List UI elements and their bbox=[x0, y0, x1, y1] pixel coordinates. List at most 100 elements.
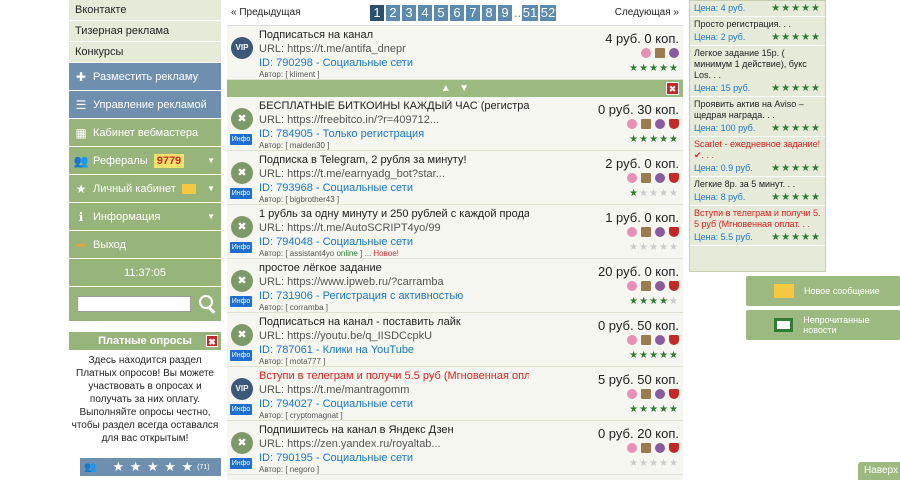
place-ad-button[interactable]: ✚ Разместить рекламу bbox=[69, 63, 221, 91]
shield-icon[interactable] bbox=[669, 389, 679, 399]
info-tag[interactable]: Инфо bbox=[230, 458, 252, 469]
heart-icon[interactable] bbox=[627, 227, 637, 237]
ad-author[interactable]: Автор: [ corramba ] bbox=[259, 303, 328, 312]
ad-author[interactable]: Автор: [ negoro ] bbox=[259, 465, 319, 474]
page-link[interactable]: 1 bbox=[370, 5, 384, 21]
link-vkontakte[interactable]: Вконтакте bbox=[69, 0, 221, 21]
ad-title[interactable]: Подписаться на канал - поставить лайк bbox=[259, 316, 529, 328]
trash-icon[interactable] bbox=[655, 48, 665, 58]
ad-row[interactable]: ✖ Инфо Подписаться на канал - поставить ла… bbox=[227, 313, 683, 367]
ad-id[interactable]: ID: 731906 - Регистрация с активностью bbox=[259, 290, 463, 302]
featured-task[interactable]: Просто регистрация. . . Цена: 2 руб. ★★★★★ bbox=[690, 17, 825, 46]
bug-icon[interactable] bbox=[655, 389, 665, 399]
bug-icon[interactable] bbox=[655, 227, 665, 237]
ad-id[interactable]: ID: 793968 - Социальные сети bbox=[259, 182, 413, 194]
close-icon[interactable]: ✖ bbox=[206, 335, 218, 347]
ad-id[interactable]: ID: 790298 - Социальные сети bbox=[259, 57, 413, 69]
ad-title[interactable]: Подписаться на канал bbox=[259, 29, 529, 41]
ad-id[interactable]: ID: 784905 - Только регистрация bbox=[259, 128, 424, 140]
info-tag[interactable]: Инфо bbox=[230, 134, 252, 145]
shield-icon[interactable] bbox=[669, 173, 679, 183]
ad-row[interactable]: ✖ Инфо Подписка в Telegram, 2 рубля за мин… bbox=[227, 151, 683, 205]
ad-id[interactable]: ID: 794027 - Социальные сети bbox=[259, 398, 413, 410]
shield-icon[interactable] bbox=[669, 119, 679, 129]
ad-author[interactable]: Автор: [ maiden30 ] bbox=[259, 141, 329, 150]
ad-row[interactable]: ✖ Инфо 1 рубль за одну минуту и 250 рублей… bbox=[227, 205, 683, 259]
search-input[interactable] bbox=[77, 296, 191, 312]
heart-icon[interactable] bbox=[627, 173, 637, 183]
info-tag[interactable]: Инфо bbox=[230, 296, 252, 307]
link-contests[interactable]: Конкурсы bbox=[69, 42, 221, 63]
bug-icon[interactable] bbox=[655, 443, 665, 453]
bug-icon[interactable] bbox=[655, 173, 665, 183]
heart-icon[interactable] bbox=[627, 389, 637, 399]
page-link[interactable]: 8 bbox=[482, 5, 496, 21]
featured-task[interactable]: Вступи в телеграм и получи 5. 5 руб (Мгн… bbox=[690, 206, 825, 246]
info-tag[interactable]: Инфо bbox=[230, 404, 252, 415]
ad-row[interactable]: ✖ Инфо простое лёгкое задание URL: https://… bbox=[227, 259, 683, 313]
next-page-link[interactable]: Следующая » bbox=[615, 7, 679, 18]
ad-author[interactable]: Автор: [ kliment ] bbox=[259, 70, 320, 79]
ad-title[interactable]: 1 рубль за одну минуту и 250 рублей с ка… bbox=[259, 208, 529, 220]
info-tag[interactable]: Инфо bbox=[230, 350, 252, 361]
ad-id[interactable]: ID: 787061 - Клики на YouTube bbox=[259, 344, 414, 356]
info-tag[interactable]: Инфо bbox=[230, 242, 252, 253]
ad-title[interactable]: Подписка в Telegram, 2 рубля за минуту! bbox=[259, 154, 529, 166]
bug-icon[interactable] bbox=[655, 281, 665, 291]
shield-icon[interactable] bbox=[669, 227, 679, 237]
page-link[interactable]: 9 bbox=[498, 5, 512, 21]
ad-title[interactable]: Вступи в телеграм и получи 5.5 руб (Мгно… bbox=[259, 370, 529, 382]
referrals-button[interactable]: 👥 Рефералы 9779 ▼ bbox=[69, 147, 221, 175]
shield-icon[interactable] bbox=[669, 443, 679, 453]
webmaster-button[interactable]: ▦ Кабинет вебмастера bbox=[69, 119, 221, 147]
ad-author[interactable]: Автор: [ mota777 ] bbox=[259, 357, 325, 366]
page-link[interactable]: 7 bbox=[466, 5, 480, 21]
featured-task[interactable]: Легкое задание 15р. ( минимум 1 действие… bbox=[690, 46, 825, 97]
ad-row[interactable]: ✖ Инфо Подпишитесь на канал в Яндекс Дзен U… bbox=[227, 421, 683, 475]
ad-title[interactable]: простое лёгкое задание bbox=[259, 262, 529, 274]
heart-icon[interactable] bbox=[627, 119, 637, 129]
page-link[interactable]: 52 bbox=[540, 5, 556, 21]
unread-news-button[interactable]: Непрочитанные новости bbox=[746, 310, 900, 340]
shield-icon[interactable] bbox=[669, 281, 679, 291]
heart-icon[interactable] bbox=[641, 48, 651, 58]
arrow-down-icon[interactable]: ▼ bbox=[459, 83, 469, 94]
featured-task[interactable]: Проявить актив на Aviso – щедрая награда… bbox=[690, 97, 825, 137]
bug-icon[interactable] bbox=[655, 335, 665, 345]
featured-task[interactable]: Легкие 8р. за 5 минут. . . Цена: 8 руб. ★★… bbox=[690, 177, 825, 206]
featured-task[interactable]: Scarlet - ежедневное задание! ✔. . . Цена… bbox=[690, 137, 825, 177]
ad-author[interactable]: Автор: [ cryptomagnat ] bbox=[259, 411, 343, 420]
manage-ad-button[interactable]: ☰ Управление рекламой bbox=[69, 91, 221, 119]
featured-task[interactable]: Цена: 4 руб. ★★★★★ bbox=[690, 1, 825, 17]
ad-title[interactable]: Подпишитесь на канал в Яндекс Дзен bbox=[259, 424, 529, 436]
trash-icon[interactable] bbox=[641, 281, 651, 291]
ad-author[interactable]: Автор: [ bigbrother43 ] bbox=[259, 195, 339, 204]
ad-title[interactable]: БЕСПЛАТНЫЕ БИТКОИНЫ КАЖДЫЙ ЧАС (регистра… bbox=[259, 100, 529, 112]
ad-id[interactable]: ID: 794048 - Социальные сети bbox=[259, 236, 413, 248]
ad-row[interactable]: ✖ Инфо БЕСПЛАТНЫЕ БИТКОИНЫ КАЖДЫЙ ЧАС (рег… bbox=[227, 97, 683, 151]
trash-icon[interactable] bbox=[641, 227, 651, 237]
prev-page-link[interactable]: « Предыдущая bbox=[231, 7, 301, 18]
bug-icon[interactable] bbox=[655, 119, 665, 129]
page-link[interactable]: 3 bbox=[402, 5, 416, 21]
arrow-up-icon[interactable]: ▲ bbox=[441, 83, 451, 94]
shield-icon[interactable] bbox=[669, 335, 679, 345]
info-tag[interactable]: Инфо bbox=[230, 188, 252, 199]
link-teaser-ads[interactable]: Тизерная реклама bbox=[69, 21, 221, 42]
bug-icon[interactable] bbox=[669, 48, 679, 58]
trash-icon[interactable] bbox=[641, 173, 651, 183]
trash-icon[interactable] bbox=[641, 443, 651, 453]
new-message-button[interactable]: Новое сообщение bbox=[746, 276, 900, 306]
close-icon[interactable]: ✖ bbox=[666, 82, 679, 95]
page-link[interactable]: 51 bbox=[522, 5, 538, 21]
trash-icon[interactable] bbox=[641, 119, 651, 129]
trash-icon[interactable] bbox=[641, 389, 651, 399]
search-icon[interactable] bbox=[197, 294, 217, 314]
ad-row[interactable]: VIP Подписаться на канал URL: https://t.me… bbox=[227, 26, 683, 80]
trash-icon[interactable] bbox=[641, 335, 651, 345]
heart-icon[interactable] bbox=[627, 281, 637, 291]
page-link[interactable]: .. bbox=[514, 5, 521, 21]
page-link[interactable]: 6 bbox=[450, 5, 464, 21]
heart-icon[interactable] bbox=[627, 335, 637, 345]
heart-icon[interactable] bbox=[627, 443, 637, 453]
